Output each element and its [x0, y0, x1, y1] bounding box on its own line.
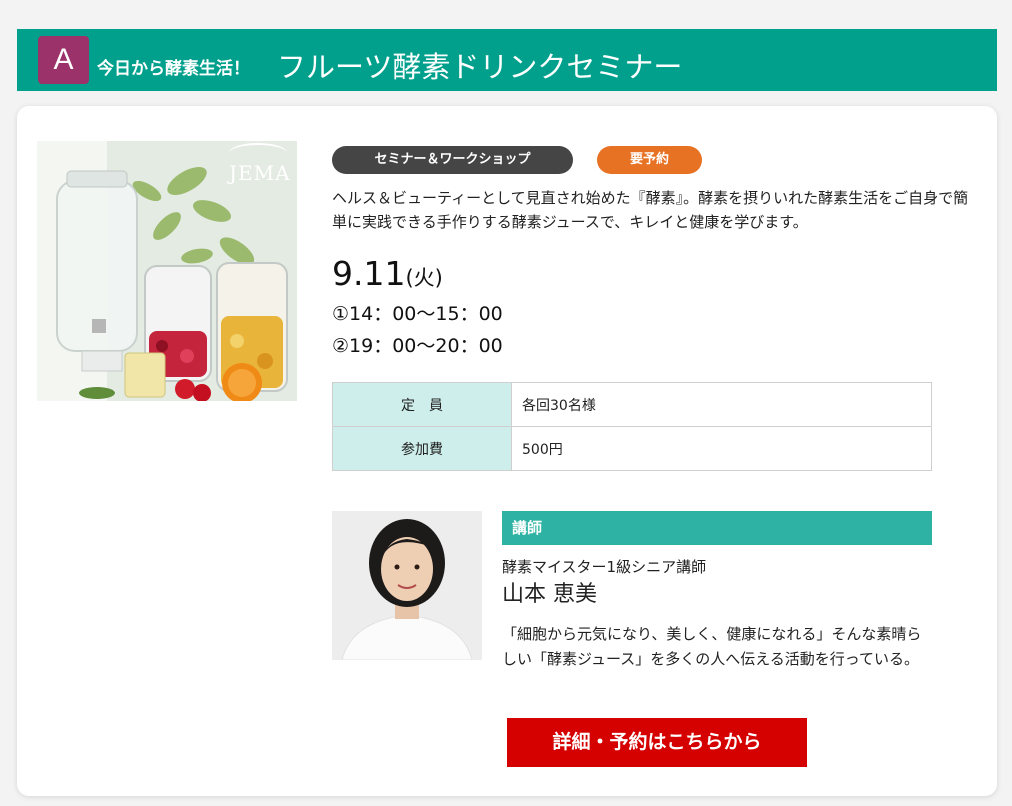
- details-reservation-button[interactable]: 詳細・予約はこちらから: [507, 718, 807, 767]
- ornament-icon: [229, 143, 287, 163]
- fee-value: 500円: [511, 426, 932, 471]
- time-slot-2: ②19：00～20：00: [332, 335, 503, 357]
- info-table: 定 員 各回30名様 参加費 500円: [332, 382, 932, 471]
- reservation-tag: 要予約: [597, 146, 702, 174]
- page-header: A 今日から酵素生活！ フルーツ酵素ドリンクセミナー: [17, 29, 997, 91]
- lecturer-name: 山本 恵美: [502, 582, 597, 607]
- category-tag: セミナー＆ワークショップ: [332, 146, 573, 174]
- seminar-card: JEMA セミナー＆ワークショップ 要予約 ヘルス＆ビューティーとして見直され始…: [17, 106, 997, 796]
- header-subtitle: 今日から酵素生活！: [97, 59, 250, 79]
- capacity-value: 各回30名様: [511, 382, 932, 427]
- fee-label: 参加費: [332, 426, 512, 471]
- day-of-week: (火): [405, 266, 443, 290]
- lecturer-role: 酵素マイスター1級シニア講師: [502, 558, 707, 576]
- section-badge: A: [38, 36, 89, 84]
- page-title: フルーツ酵素ドリンクセミナー: [277, 50, 683, 84]
- lecturer-heading: 講師: [502, 511, 932, 545]
- product-logo-text: JEMA: [229, 161, 291, 185]
- product-image: JEMA: [37, 141, 297, 401]
- lecturer-bio: 「細胞から元気になり、美しく、健康になれる」そんな素晴らしい「酵素ジュース」を多…: [502, 625, 922, 668]
- table-row: 定 員 各回30名様: [332, 382, 932, 427]
- table-row: 参加費 500円: [332, 426, 932, 471]
- lecturer-photo: [332, 511, 482, 660]
- seminar-date: 9.11(火): [332, 254, 443, 298]
- date-value: 9.11: [332, 254, 406, 293]
- capacity-label: 定 員: [332, 382, 512, 427]
- time-slot-1: ①14：00～15：00: [332, 303, 503, 325]
- seminar-description: ヘルス＆ビューティーとして見直され始めた『酵素』。酵素を摂りいれた酵素生活をご自…: [332, 189, 969, 231]
- lecturer-portrait: [332, 511, 482, 660]
